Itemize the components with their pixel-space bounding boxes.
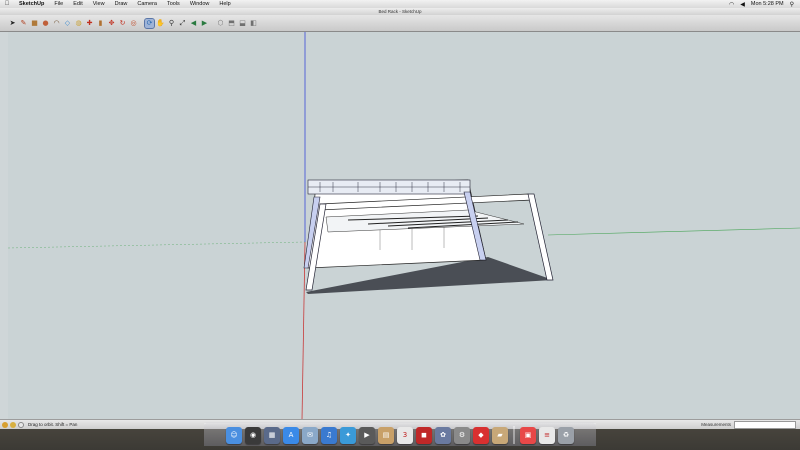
trash-icon[interactable]: ♻ (558, 427, 574, 444)
menu-sketchup[interactable]: SketchUp (14, 0, 49, 8)
itunes-icon[interactable]: ♫ (321, 427, 337, 444)
iso-view-tool[interactable]: ⬡ (216, 19, 225, 28)
move-tool[interactable]: ✥ (107, 19, 116, 28)
menu-draw[interactable]: Draw (110, 0, 133, 8)
photo-booth-icon[interactable]: ◼ (416, 427, 432, 444)
red-axis (301, 241, 306, 420)
arc-icon: ◠ (53, 18, 60, 27)
green-axis (547, 227, 800, 236)
main-toolbar: ➤ ✎ ■ ● ◠ ◇ ◍ ✚ ▮ ✥ ↻ ◎ ⟳ ✋ ⚲ ⤢ ◀ ▶ ⬡ ⬒ ⬓ ◧ (0, 15, 800, 32)
rectangle-icon: ■ (31, 18, 38, 27)
menu-camera[interactable]: Camera (132, 0, 162, 8)
eraser-tool[interactable]: ◇ (63, 19, 72, 28)
line-tool[interactable]: ✎ (19, 19, 28, 28)
menu-file[interactable]: File (49, 0, 68, 8)
text-document-icon[interactable]: ≡ (539, 427, 555, 444)
sketchup-window: Bed Rack - SketchUp ➤ ✎ ■ ● ◠ ◇ ◍ ✚ ▮ ✥ ↻ ◎ ⟳ ✋ ⚲ ⤢ ◀ ▶ ⬡ ⬒… (0, 8, 800, 429)
spotlight-icon[interactable]: ⚲ (790, 1, 794, 8)
sketchup-icon[interactable]: ◆ (473, 427, 489, 444)
measurements-input[interactable] (734, 420, 796, 429)
tape-measure-icon: ◍ (75, 18, 82, 27)
layout-icon[interactable]: ▣ (520, 427, 536, 444)
paint-bucket-tool[interactable]: ✚ (85, 19, 94, 28)
finder-icon[interactable]: ☺ (226, 427, 242, 444)
menu-tools[interactable]: Tools (162, 0, 185, 8)
next-view-icon: ▶ (201, 18, 208, 27)
pan-tool[interactable]: ✋ (156, 19, 165, 28)
rotate-icon: ↻ (119, 18, 126, 27)
menu-window[interactable]: Window (185, 0, 215, 8)
credits-icon[interactable] (10, 421, 16, 428)
zoom-tool[interactable]: ⚲ (167, 19, 176, 28)
circle-tool[interactable]: ● (41, 19, 50, 28)
select-icon: ➤ (9, 18, 16, 27)
circle-icon: ● (42, 18, 49, 27)
offset-tool[interactable]: ◎ (129, 19, 138, 28)
model-drawing (8, 32, 800, 420)
dock-separator (513, 426, 515, 444)
select-tool[interactable]: ➤ (8, 19, 17, 28)
safari-icon[interactable]: ✦ (340, 427, 356, 444)
apple-menu-icon[interactable]:  (0, 1, 14, 7)
system-preferences-icon[interactable]: ⚙ (454, 427, 470, 444)
preview-icon[interactable]: ▤ (378, 427, 394, 444)
menu-bar-status-area: ◠ ◀ Mon 5:28 PM ⚲ (729, 1, 800, 8)
status-hint: Drag to orbit. Shift = Pan (28, 422, 78, 427)
tape-measure-tool[interactable]: ◍ (74, 19, 83, 28)
zoom-icon: ⚲ (168, 18, 175, 27)
zoom-extents-icon: ⤢ (179, 18, 186, 27)
push-pull-tool[interactable]: ▮ (96, 19, 105, 28)
iso-view-icon: ⬡ (217, 18, 224, 27)
eraser-icon: ◇ (64, 18, 71, 27)
right-view-icon: ◧ (250, 18, 257, 27)
front-view-tool[interactable]: ⬓ (238, 19, 247, 28)
dock: ☺ ◉ ▦ A ✉ ♫ ✦ ▶ ▤ 3 ◼ ✿ ⚙ ◆ ▰ ▣ ≡ ♻ (204, 422, 596, 446)
right-view-tool[interactable]: ◧ (249, 19, 258, 28)
offset-icon: ◎ (130, 18, 137, 27)
app-store-icon[interactable]: A (283, 427, 299, 444)
top-view-icon: ⬒ (228, 18, 235, 27)
paint-bucket-icon: ✚ (86, 18, 93, 27)
next-view-tool[interactable]: ▶ (200, 19, 209, 28)
menu-view[interactable]: View (88, 0, 110, 8)
clock[interactable]: Mon 5:28 PM (751, 1, 784, 7)
menu-items: SketchUp File Edit View Draw Camera Tools Windo… (14, 0, 236, 8)
iphoto-icon[interactable]: ✿ (435, 427, 451, 444)
geo-location-icon[interactable] (2, 421, 8, 428)
facetime-icon[interactable]: ▶ (359, 427, 375, 444)
3d-viewport[interactable] (8, 32, 800, 420)
zoom-extents-tool[interactable]: ⤢ (178, 19, 187, 28)
orbit-tool[interactable]: ⟳ (144, 17, 155, 29)
calendar-icon[interactable]: 3 (397, 427, 413, 444)
menu-edit[interactable]: Edit (68, 0, 87, 8)
rotate-tool[interactable]: ↻ (118, 19, 127, 28)
move-icon: ✥ (108, 18, 115, 27)
window-title: Bed Rack - SketchUp (378, 9, 422, 14)
mail-icon[interactable]: ✉ (302, 427, 318, 444)
previous-view-tool[interactable]: ◀ (189, 19, 198, 28)
front-view-icon: ⬓ (239, 18, 246, 27)
rectangle-tool[interactable]: ■ (30, 19, 39, 28)
push-pull-icon: ▮ (98, 18, 103, 27)
green-axis-dotted (8, 241, 306, 249)
pan-icon: ✋ (156, 18, 165, 27)
top-view-tool[interactable]: ⬒ (227, 19, 236, 28)
line-icon: ✎ (20, 18, 27, 27)
menu-help[interactable]: Help (214, 0, 235, 8)
mission-control-icon[interactable]: ▦ (264, 427, 280, 444)
help-icon[interactable] (18, 421, 24, 428)
wifi-icon[interactable]: ◠ (729, 1, 734, 8)
volume-icon[interactable]: ◀ (740, 1, 745, 8)
measurements-label: Measurements (701, 422, 731, 427)
window-title-bar[interactable]: Bed Rack - SketchUp (0, 8, 800, 15)
dashboard-icon[interactable]: ◉ (245, 427, 261, 444)
right-front-leg (527, 193, 554, 281)
arc-tool[interactable]: ◠ (52, 19, 61, 28)
previous-view-icon: ◀ (190, 18, 197, 27)
orbit-icon: ⟳ (146, 18, 153, 27)
documents-folder-icon[interactable]: ▰ (492, 427, 508, 444)
